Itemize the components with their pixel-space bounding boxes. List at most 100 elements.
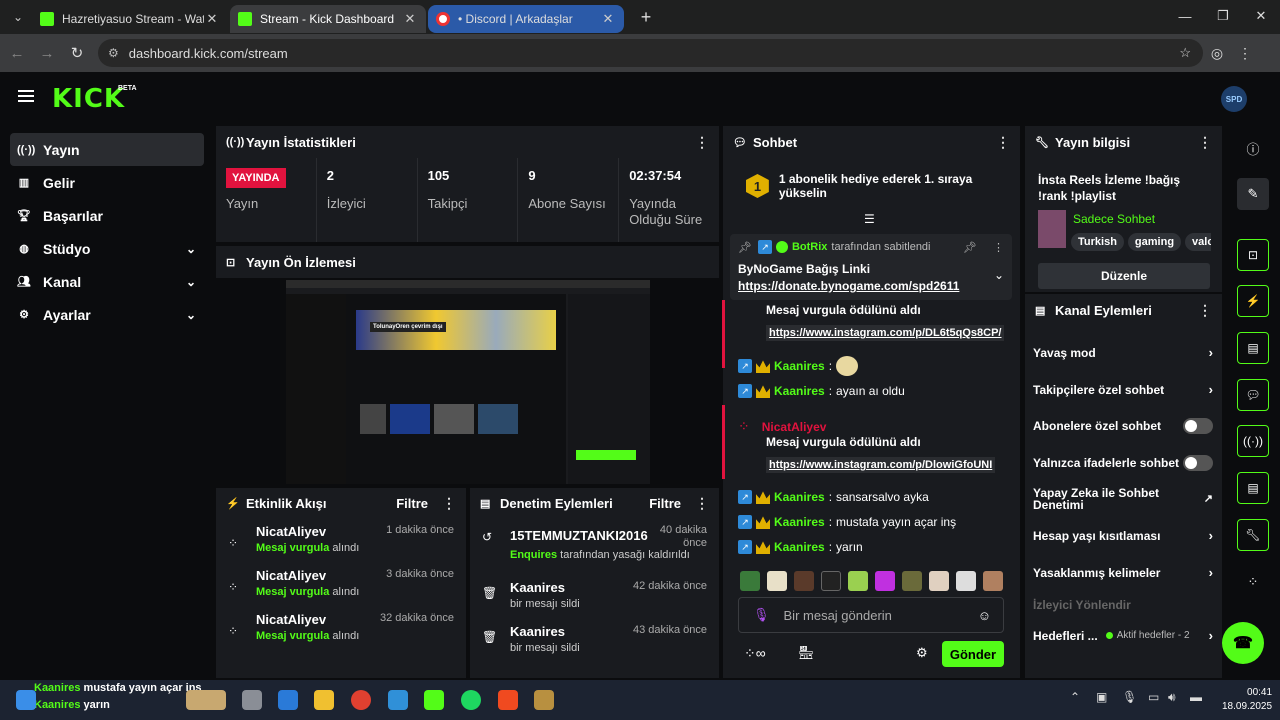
chat-username[interactable]: NicatAliyev (762, 420, 827, 434)
chat-message-input[interactable]: 🎙︎ Bir mesaj gönderin ☺ (738, 597, 1004, 633)
more-options-icon[interactable]: ⋮ (1198, 302, 1212, 319)
moderation-target[interactable]: Kaanires (510, 624, 580, 639)
microphone-icon[interactable]: 🎙︎ (1122, 690, 1137, 704)
action-followers-only[interactable]: Takipçilere özel sohbet › (1033, 382, 1213, 397)
chat-icon[interactable]: 💬︎ (1237, 379, 1269, 411)
edit-button[interactable]: Düzenle (1038, 263, 1210, 289)
browser-menu-icon[interactable]: ⋮ (1231, 45, 1259, 62)
kick-dots-icon[interactable]: ⁘∞ (744, 645, 766, 662)
edit-icon[interactable]: ✎ (1237, 178, 1269, 210)
photos-icon[interactable] (388, 690, 408, 710)
action-ai-moderation[interactable]: Yapay Zeka ile Sohbet Denetimi ↗ (1033, 487, 1213, 511)
spotify-icon[interactable] (461, 690, 481, 710)
activity-user[interactable]: NicatAliyev (256, 612, 359, 627)
pinned-link[interactable]: https://donate.bynogame.com/spd2611 (738, 279, 1004, 293)
unpin-icon[interactable]: 📌︎ (963, 241, 977, 254)
brave-icon[interactable] (498, 690, 518, 710)
emote-only-toggle[interactable] (1183, 455, 1213, 471)
file-explorer-icon[interactable] (314, 690, 334, 710)
widget-icon[interactable] (186, 690, 226, 710)
emote-icon[interactable] (848, 571, 868, 591)
profile-icon[interactable]: ◎ (1203, 45, 1231, 62)
chat-username[interactable]: Kaanires (774, 384, 825, 398)
emote-icon[interactable] (875, 571, 895, 591)
sidebar-item-studyo[interactable]: ◍ Stüdyo ⌄ (10, 232, 204, 265)
sidebar-item-gelir[interactable]: ▥ Gelir (10, 166, 204, 199)
more-options-icon[interactable]: ⋮ (695, 134, 709, 151)
volume-icon[interactable]: 🔊︎ (1168, 690, 1176, 705)
tab-hazretiyasuo[interactable]: Hazretiyasuo Stream - Watch Li ✕ (32, 5, 228, 33)
windows-start-icon[interactable] (16, 690, 36, 710)
filter-lines-icon[interactable]: ☰ (864, 212, 875, 226)
stream-preview-video[interactable]: TolunayOren çevrim dışı (286, 280, 650, 484)
bookmark-star-icon[interactable]: ☆ (1179, 45, 1191, 61)
moderation-target[interactable]: Kaanires (510, 580, 580, 595)
emote-icon[interactable] (983, 571, 1003, 591)
message-link[interactable]: https://www.instagram.com/p/DL6t5qQs8CP/ (766, 325, 1005, 341)
activity-user[interactable]: NicatAliyev (256, 568, 359, 583)
store-icon[interactable] (278, 690, 298, 710)
more-options-icon[interactable]: ⋮ (1198, 134, 1212, 151)
hamburger-menu-icon[interactable] (18, 90, 34, 102)
more-options-icon[interactable]: ⋮ (442, 495, 456, 512)
chevron-down-icon[interactable]: ⌄ (994, 268, 1004, 282)
store-icon[interactable]: 🏪︎ (798, 645, 815, 661)
task-view-icon[interactable] (242, 690, 262, 710)
maximize-icon[interactable]: ❐ (1204, 0, 1242, 32)
tag-chip[interactable]: valo (1185, 233, 1211, 251)
sidebar-item-yayin[interactable]: ((·)) Yayın (10, 133, 204, 166)
back-icon[interactable]: ← (4, 45, 30, 62)
reload-icon[interactable]: ↻ (64, 44, 90, 62)
moderator-name[interactable]: Enquires (510, 549, 557, 561)
site-info-icon[interactable]: ⚙ (108, 46, 119, 60)
minimize-icon[interactable]: — (1166, 0, 1204, 32)
forward-icon[interactable]: → (34, 45, 60, 62)
avatar[interactable]: SPD (1221, 86, 1247, 112)
action-banned-words[interactable]: Yasaklanmış kelimeler › (1033, 565, 1213, 580)
subscribers-only-toggle[interactable] (1183, 418, 1213, 434)
close-tab-icon[interactable]: ✕ (402, 11, 418, 27)
sidebar-item-basarilar[interactable]: 🏆︎ Başarılar (10, 199, 204, 232)
battery-icon[interactable]: ▬ (1190, 690, 1202, 704)
game-launcher-icon[interactable] (534, 690, 554, 710)
chat-username[interactable]: Kaanires (774, 515, 825, 529)
help-chat-icon[interactable]: ☎ (1222, 622, 1264, 664)
action-goals[interactable]: Hedefleri ... Aktif hedefler - 2 › (1033, 628, 1213, 643)
chat-username[interactable]: Kaanires (774, 540, 825, 554)
action-slow-mode[interactable]: Yavaş mod › (1033, 345, 1213, 360)
more-options-icon[interactable]: ⋮ (993, 241, 1004, 254)
emote-icon[interactable] (956, 571, 976, 591)
emoji-picker-icon[interactable]: ☺ (978, 608, 991, 623)
category-thumbnail[interactable] (1038, 210, 1066, 248)
system-clock[interactable]: 00:41 18.09.2025 (1222, 686, 1272, 714)
sidebar-item-kanal[interactable]: 👥︎ Kanal ⌄ (10, 265, 204, 298)
filter-button[interactable]: Filtre (396, 496, 428, 511)
lightning-icon[interactable]: ⚡ (1237, 285, 1269, 317)
close-window-icon[interactable]: ✕ (1242, 0, 1280, 32)
clip-icon[interactable]: ⊡ (1237, 239, 1269, 271)
message-link[interactable]: https://www.instagram.com/p/DlowiGfoUNI (766, 457, 996, 473)
emote-icon[interactable] (767, 571, 787, 591)
sidebar-item-ayarlar[interactable]: ⚙ Ayarlar ⌄ (10, 298, 204, 331)
tab-search-button[interactable]: ⌄ (6, 5, 30, 29)
tag-chip[interactable]: Turkish (1071, 233, 1124, 251)
activity-user[interactable]: NicatAliyev (256, 524, 359, 539)
emote-icon[interactable] (929, 571, 949, 591)
microphone-icon[interactable]: 🎙︎ (753, 607, 770, 623)
filter-button[interactable]: Filtre (649, 496, 681, 511)
chat-username[interactable]: Kaanires (774, 359, 825, 373)
emote-icon[interactable] (821, 571, 841, 591)
document-icon[interactable]: ▤ (1237, 332, 1269, 364)
kick-app-icon[interactable] (424, 690, 444, 710)
gift-leaderboard-banner[interactable]: 1 1 abonelik hediye ederek 1. sıraya yük… (730, 166, 1012, 206)
kick-dots-icon[interactable]: ⁘ (1237, 566, 1269, 598)
network-icon[interactable]: ▭ (1148, 690, 1159, 704)
emote-icon[interactable] (740, 571, 760, 591)
emote-icon[interactable] (794, 571, 814, 591)
tray-app-icon[interactable]: ▣ (1096, 690, 1107, 704)
gear-icon[interactable]: ⚙ (916, 645, 928, 661)
more-options-icon[interactable]: ⋮ (695, 495, 709, 512)
channel-actions-icon[interactable]: ▤ (1237, 472, 1269, 504)
new-tab-button[interactable]: + (634, 7, 658, 28)
kick-logo[interactable]: KICK (52, 84, 125, 114)
